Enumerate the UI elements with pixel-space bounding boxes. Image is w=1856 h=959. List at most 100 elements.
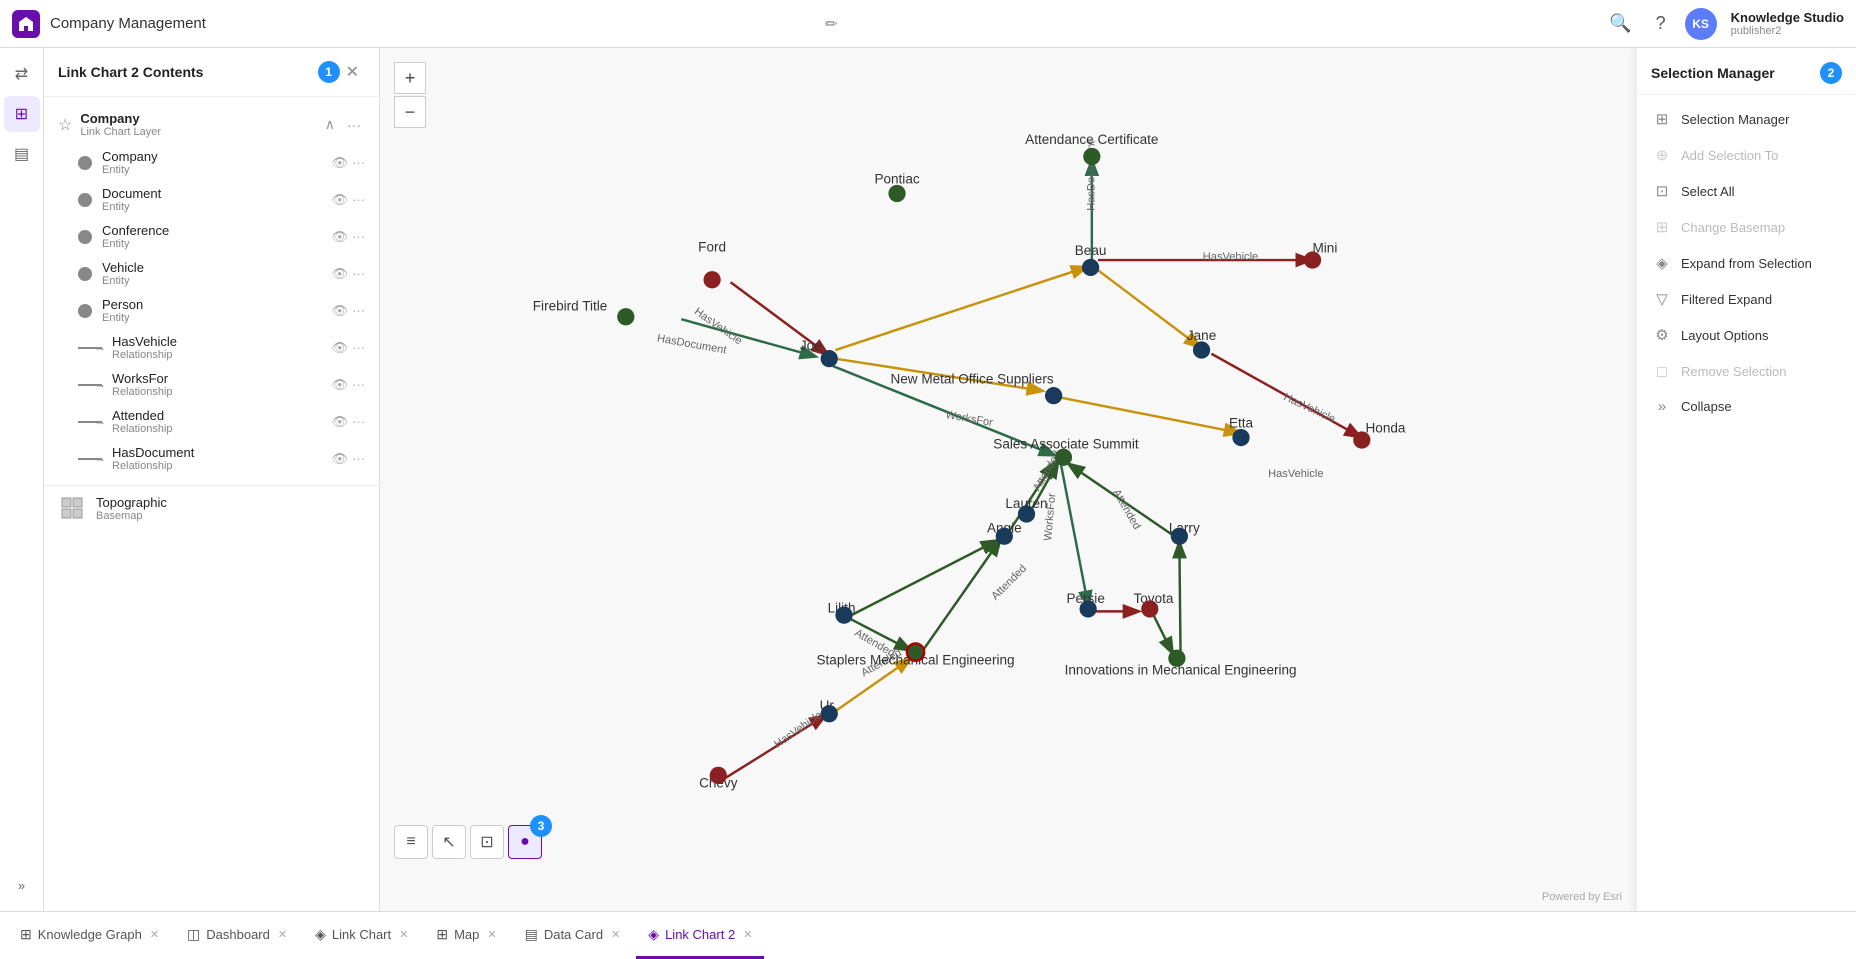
tab-close-link-chart-2[interactable]: ✕ — [743, 928, 752, 941]
menu-item-expand-selection[interactable]: ◈ Expand from Selection — [1637, 245, 1856, 281]
layer-more-btn[interactable]: ··· — [352, 377, 365, 392]
layer-item-actions: 👁 ··· — [331, 155, 365, 171]
layer-item-name: Document — [102, 186, 331, 201]
topbar: Company Management ✏ 🔍 ? KS Knowledge St… — [0, 0, 1856, 48]
help-button[interactable]: ? — [1645, 8, 1677, 40]
tab-close-map[interactable]: ✕ — [487, 928, 496, 941]
layer-vis-btn[interactable]: 👁 — [331, 155, 348, 171]
tab-link-chart-2[interactable]: ◈ Link Chart 2 ✕ — [636, 912, 764, 959]
tab-data-card[interactable]: ▤ Data Card ✕ — [513, 912, 633, 959]
tab-close-link-chart[interactable]: ✕ — [399, 928, 408, 941]
layer-dot-conference — [78, 230, 92, 244]
layer-item-name: Person — [102, 297, 331, 312]
layer-item-hasvehicle: → HasVehicle Relationship 👁 ··· — [54, 329, 379, 366]
layer-vis-btn[interactable]: 👁 — [331, 451, 348, 467]
remove-selection-icon: ◻ — [1653, 362, 1671, 380]
layer-vis-btn[interactable]: 👁 — [331, 340, 348, 356]
tab-label: Dashboard — [206, 927, 270, 942]
svg-text:HasVehicle: HasVehicle — [1282, 391, 1337, 425]
bottom-toolbar: ≡ ↖ ⊡ ● 3 — [394, 825, 542, 859]
tab-label: Link Chart — [332, 927, 391, 942]
layer-item-actions: 👁 ··· — [331, 192, 365, 208]
layer-more-btn[interactable]: ··· — [352, 229, 365, 244]
layer-item-sub: Entity — [102, 275, 331, 287]
layer-vis-btn[interactable]: 👁 — [331, 303, 348, 319]
layer-item-actions: 👁 ··· — [331, 229, 365, 245]
layer-item-worksfor: → WorksFor Relationship 👁 ··· — [54, 366, 379, 403]
edit-title-icon[interactable]: ✏ — [825, 15, 838, 33]
layer-vis-btn[interactable]: 👁 — [331, 192, 348, 208]
layer-vis-btn[interactable]: 👁 — [331, 266, 348, 282]
menu-item-layout-options[interactable]: ⚙ Layout Options — [1637, 317, 1856, 353]
menu-item-remove-selection: ◻ Remove Selection — [1637, 353, 1856, 389]
layer-dot-vehicle — [78, 267, 92, 281]
sidebar-btn-table[interactable]: ▤ — [4, 136, 40, 172]
tab-label: Map — [454, 927, 479, 942]
layer-more-btn[interactable]: ··· — [352, 340, 365, 355]
layer-item-name: WorksFor — [112, 371, 331, 386]
layer-item-attended: → Attended Relationship 👁 ··· — [54, 403, 379, 440]
tab-close-knowledge-graph[interactable]: ✕ — [150, 928, 159, 941]
layer-item-sub: Entity — [102, 201, 331, 213]
svg-text:HasDocument: HasDocument — [656, 333, 727, 357]
layer-item-name: Company — [102, 149, 331, 164]
menu-item-collapse[interactable]: » Collapse — [1637, 389, 1856, 424]
layer-item-actions: 👁 ··· — [331, 414, 365, 430]
layer-group-expand[interactable]: ∧ — [321, 114, 339, 135]
layer-item-conference: Conference Entity 👁 ··· — [54, 218, 379, 255]
knowledge-graph-tab-icon: ⊞ — [20, 926, 32, 943]
tab-dashboard[interactable]: ◫ Dashboard ✕ — [175, 912, 299, 959]
map-area[interactable]: + − — [380, 48, 1636, 911]
layer-group-more[interactable]: ··· — [343, 115, 365, 135]
layer-more-btn[interactable]: ··· — [352, 266, 365, 281]
layer-dot-company — [78, 156, 92, 170]
layer-item-sub: Entity — [102, 238, 331, 250]
table-view-button[interactable]: ≡ — [394, 825, 428, 859]
tab-knowledge-graph[interactable]: ⊞ Knowledge Graph ✕ — [8, 912, 171, 959]
tab-map[interactable]: ⊞ Map ✕ — [424, 912, 508, 959]
layer-item-name: HasVehicle — [112, 334, 331, 349]
user-avatar[interactable]: KS — [1685, 8, 1717, 40]
svg-text:Attended: Attended — [1110, 487, 1143, 531]
layer-more-btn[interactable]: ··· — [352, 451, 365, 466]
layer-group-sub: Link Chart Layer — [80, 126, 320, 138]
select-tool-button[interactable]: ↖ — [432, 825, 466, 859]
svg-text:Joe: Joe — [800, 338, 822, 353]
app-logo — [12, 10, 40, 38]
layer-item-sub: Relationship — [112, 460, 331, 472]
layer-more-btn[interactable]: ··· — [352, 303, 365, 318]
menu-item-label: Collapse — [1681, 399, 1732, 414]
app-title: Company Management — [50, 15, 817, 32]
layer-vis-btn[interactable]: 👁 — [331, 229, 348, 245]
sidebar-btn-layers[interactable]: ⊞ — [4, 96, 40, 132]
tab-close-dashboard[interactable]: ✕ — [278, 928, 287, 941]
zoom-in-button[interactable]: + — [394, 62, 426, 94]
expand-selection-icon: ◈ — [1653, 254, 1671, 272]
menu-item-filtered-expand[interactable]: ▽ Filtered Expand — [1637, 281, 1856, 317]
layer-panel: Link Chart 2 Contents 1 ✕ ☆ Company Link… — [44, 48, 380, 911]
tab-link-chart[interactable]: ◈ Link Chart ✕ — [303, 912, 420, 959]
sidebar-btn-share[interactable]: ⇄ — [4, 56, 40, 92]
tab-close-data-card[interactable]: ✕ — [611, 928, 620, 941]
change-basemap-icon: ⊞ — [1653, 218, 1671, 236]
layer-more-btn[interactable]: ··· — [352, 155, 365, 170]
layer-group-header[interactable]: ☆ Company Link Chart Layer ∧ ··· — [44, 105, 379, 144]
menu-item-change-basemap: ⊞ Change Basemap — [1637, 209, 1856, 245]
layer-vis-btn[interactable]: 👁 — [331, 414, 348, 430]
main-layout: ⇄ ⊞ ▤ » Link Chart 2 Contents 1 ✕ ☆ Comp… — [0, 48, 1856, 911]
search-button[interactable]: 🔍 — [1605, 8, 1637, 40]
menu-item-selection-manager[interactable]: ⊞ Selection Manager — [1637, 101, 1856, 137]
zoom-out-button[interactable]: − — [394, 96, 426, 128]
menu-item-select-all[interactable]: ⊡ Select All — [1637, 173, 1856, 209]
panel-close-button[interactable]: ✕ — [340, 60, 365, 84]
layer-vis-btn[interactable]: 👁 — [331, 377, 348, 393]
layer-more-btn[interactable]: ··· — [352, 414, 365, 429]
sidebar-btn-collapse[interactable]: » — [4, 867, 40, 903]
layer-group-info: Company Link Chart Layer — [80, 111, 320, 138]
layout-options-icon: ⚙ — [1653, 326, 1671, 344]
svg-text:HasVehicle: HasVehicle — [1268, 468, 1323, 480]
rect-select-button[interactable]: ⊡ — [470, 825, 504, 859]
layer-more-btn[interactable]: ··· — [352, 192, 365, 207]
menu-item-label: Filtered Expand — [1681, 292, 1772, 307]
layer-dot-person — [78, 304, 92, 318]
